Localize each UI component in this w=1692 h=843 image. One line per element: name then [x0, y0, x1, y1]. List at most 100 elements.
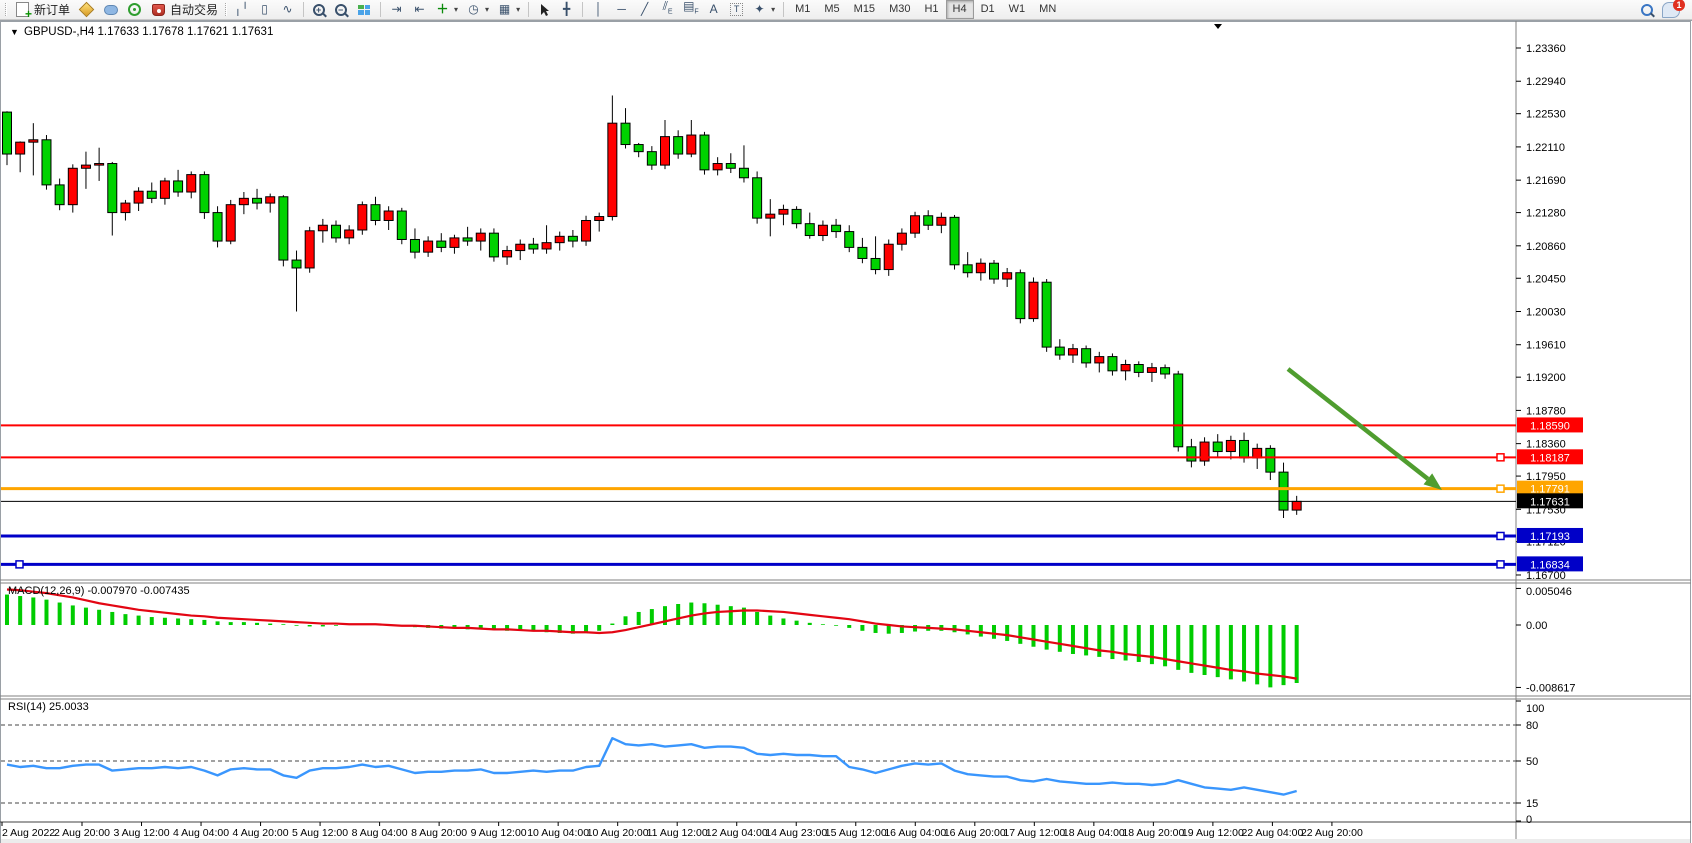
channel-tool-button[interactable]: ⫽E	[656, 1, 679, 18]
periods-button[interactable]: ◷▾	[462, 1, 493, 18]
new-order-button[interactable]: 新订单	[10, 1, 74, 18]
candle	[726, 164, 735, 169]
line-chart-mode-button[interactable]: ∿	[276, 1, 299, 18]
candle	[266, 197, 275, 203]
hline-handle[interactable]	[1497, 561, 1504, 568]
hline-tool-button[interactable]: ─	[610, 1, 633, 18]
candle	[516, 244, 525, 250]
candle	[713, 164, 722, 170]
candle	[3, 112, 12, 154]
navigator-button[interactable]	[123, 1, 146, 18]
new-order-label: 新订单	[34, 1, 70, 18]
toolbar-grip[interactable]	[5, 3, 7, 16]
candle	[818, 225, 827, 235]
chart-shift-button[interactable]: ⇤	[408, 1, 431, 18]
text-label-tool-button[interactable]: T	[725, 1, 748, 18]
candle	[674, 137, 683, 154]
svg-text:9 Aug 12:00: 9 Aug 12:00	[471, 827, 527, 839]
hline-handle[interactable]	[1497, 485, 1504, 492]
svg-text:16 Aug 20:00: 16 Aug 20:00	[944, 827, 1006, 839]
tf-m15-button[interactable]: M15	[847, 0, 882, 19]
candle-chart-mode-button[interactable]: ▯	[253, 1, 276, 18]
text-tool-button[interactable]: A	[702, 1, 725, 18]
hline-handle[interactable]	[16, 561, 23, 568]
tile-windows-button[interactable]	[352, 1, 376, 18]
svg-text:80: 80	[1526, 720, 1538, 732]
svg-text:50: 50	[1526, 756, 1538, 768]
zoom-in-button[interactable]: +	[308, 1, 330, 18]
crosshair-tool-button[interactable]: ╋	[555, 1, 578, 18]
svg-text:22 Aug 04:00: 22 Aug 04:00	[1241, 827, 1303, 839]
tf-w1-button[interactable]: W1	[1002, 0, 1033, 19]
market-watch-icon	[79, 2, 95, 18]
hline-handle[interactable]	[1497, 532, 1504, 539]
svg-text:1.17193: 1.17193	[1530, 531, 1570, 543]
chart-canvas[interactable]: 1.233601.229401.225301.221101.216901.212…	[0, 21, 1692, 843]
data-window-button[interactable]	[99, 1, 123, 18]
tf-m5-button[interactable]: M5	[817, 0, 846, 19]
zoom-out-button[interactable]: −	[330, 1, 352, 18]
candle	[187, 175, 196, 192]
candle	[1134, 365, 1143, 373]
templates-button[interactable]: ▦▾	[493, 1, 524, 18]
candle	[1161, 368, 1170, 374]
trendline-tool-button[interactable]: ╱	[633, 1, 656, 18]
candle	[121, 203, 130, 212]
candle	[279, 197, 288, 260]
candle	[1055, 347, 1064, 355]
text-icon: A	[706, 2, 721, 17]
candle	[95, 164, 104, 166]
auto-trading-button[interactable]: 自动交易	[146, 1, 222, 18]
candle	[503, 251, 512, 257]
tf-m30-button[interactable]: M30	[882, 0, 917, 19]
candle	[1240, 440, 1249, 457]
tf-d1-button[interactable]: D1	[974, 0, 1002, 19]
svg-text:-0.008617: -0.008617	[1526, 682, 1576, 694]
bar-chart-mode-button[interactable]: ╷╵	[230, 1, 253, 18]
fibonacci-tool-button[interactable]: ▤F	[679, 1, 702, 18]
chart-window[interactable]: 1.233601.229401.225301.221101.216901.212…	[0, 20, 1692, 843]
horizontal-line-icon: ─	[614, 2, 629, 17]
svg-text:1.18780: 1.18780	[1526, 405, 1566, 417]
candle	[621, 123, 630, 144]
toolbar-grip[interactable]	[225, 3, 227, 16]
arrows-tool-button[interactable]: ✦▾	[748, 1, 779, 18]
svg-text:3 Aug 12:00: 3 Aug 12:00	[113, 827, 169, 839]
tf-h4-button[interactable]: H4	[946, 0, 974, 19]
candle	[1121, 365, 1130, 371]
text-label-icon: T	[730, 3, 743, 16]
svg-text:17 Aug 12:00: 17 Aug 12:00	[1003, 827, 1065, 839]
market-watch-button[interactable]	[74, 1, 99, 18]
main-toolbar: 新订单 自动交易 ╷╵ ▯ ∿ + − ⇥ ⇤ ＋▾ ◷▾ ▦▾ ╋ │ ─ ╱…	[0, 0, 1692, 20]
candle	[1226, 440, 1235, 451]
candle	[871, 258, 880, 269]
svg-text:18 Aug 20:00: 18 Aug 20:00	[1122, 827, 1184, 839]
fibonacci-icon: ▤F	[683, 0, 698, 20]
hline-handle[interactable]	[1497, 454, 1504, 461]
candle	[1029, 282, 1038, 318]
candle	[608, 123, 617, 216]
candle	[779, 209, 788, 214]
candle	[1095, 357, 1104, 363]
line-chart-icon: ∿	[280, 2, 295, 17]
candle	[661, 137, 670, 165]
tf-h1-button[interactable]: H1	[917, 0, 945, 19]
indicators-button[interactable]: ＋▾	[431, 1, 462, 18]
svg-text:1.22110: 1.22110	[1526, 142, 1565, 154]
candle	[345, 230, 354, 238]
candle	[410, 239, 419, 252]
tf-m1-button[interactable]: M1	[788, 0, 817, 19]
candle	[700, 135, 709, 170]
svg-text:1.18360: 1.18360	[1526, 439, 1566, 451]
search-button[interactable]	[1636, 1, 1658, 18]
vline-tool-button[interactable]: │	[587, 1, 610, 18]
candle	[595, 217, 604, 221]
cursor-tool-button[interactable]	[533, 1, 555, 18]
clock-icon: ◷	[466, 2, 481, 17]
auto-scroll-button[interactable]: ⇥	[385, 1, 408, 18]
notifications-button[interactable]: 1	[1658, 1, 1690, 18]
candle	[1279, 472, 1288, 510]
tf-mn-button[interactable]: MN	[1032, 0, 1063, 19]
new-order-icon	[16, 2, 29, 17]
svg-text:16 Aug 04:00: 16 Aug 04:00	[884, 827, 946, 839]
